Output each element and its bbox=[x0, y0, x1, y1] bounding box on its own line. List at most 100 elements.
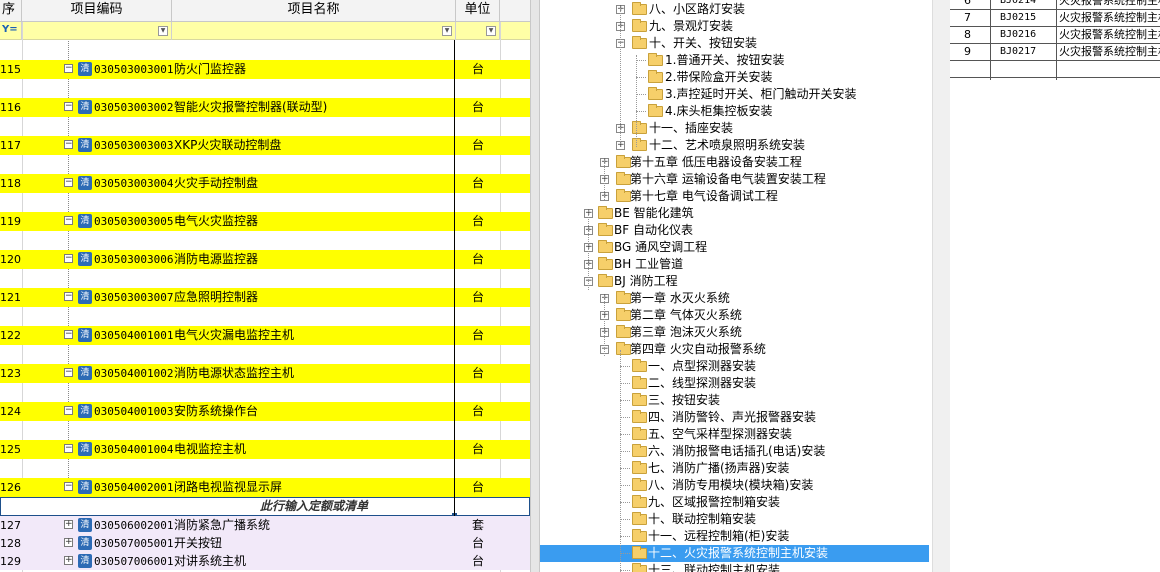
tree-node[interactable]: 五、空气采样型探测器安装 bbox=[540, 426, 932, 443]
item-name[interactable]: 消防电源状态监控主机 bbox=[174, 364, 294, 383]
tree-node[interactable]: 四、消防警铃、声光报警器安装 bbox=[540, 409, 932, 426]
item-code[interactable]: 030503003005 bbox=[94, 212, 173, 231]
quota-row[interactable]: 6 BJ0214 火灾报警系统控制主机 bbox=[950, 0, 1160, 10]
item-unit[interactable]: 台 bbox=[456, 60, 500, 79]
tree-node[interactable]: 九、区域报警控制箱安装 bbox=[540, 494, 932, 511]
item-name[interactable]: 电气火灾漏电监控主机 bbox=[174, 326, 294, 345]
tree-node[interactable]: 十一、远程控制箱(柜)安装 bbox=[540, 528, 932, 545]
quota-name[interactable]: 火灾报警系统控制主机 bbox=[1056, 10, 1160, 26]
table-row[interactable]: 126 − 清 030504002001 闭路电视监视显示屏 台 bbox=[0, 478, 530, 497]
tree-node[interactable]: + 九、景观灯安装 bbox=[540, 18, 932, 35]
table-row[interactable]: 123 − 清 030504001002 消防电源状态监控主机 台 bbox=[0, 364, 530, 383]
tree-node[interactable]: − BJ 消防工程 bbox=[540, 273, 932, 290]
item-name[interactable]: 对讲系统主机 bbox=[174, 552, 246, 571]
col-header-name[interactable]: 项目名称 bbox=[172, 0, 456, 22]
quota-row[interactable]: 7 BJ0215 火灾报警系统控制主机 bbox=[950, 10, 1160, 27]
item-name[interactable]: 应急照明控制器 bbox=[174, 288, 258, 307]
item-code[interactable]: 030504001002 bbox=[94, 364, 173, 383]
item-code[interactable]: 030503003004 bbox=[94, 174, 173, 193]
tree-node[interactable]: + 八、小区路灯安装 bbox=[540, 1, 932, 18]
item-name[interactable]: XKP火灾联动控制盘 bbox=[174, 136, 281, 155]
quota-input-row[interactable]: 此行输入定额或清单 bbox=[0, 497, 530, 516]
quota-code[interactable]: BJ0214 bbox=[990, 0, 1056, 9]
collapse-toggle-icon[interactable]: − bbox=[64, 216, 73, 225]
quota-row[interactable]: 9 BJ0217 火灾报警系统控制主机 bbox=[950, 44, 1160, 61]
item-unit[interactable]: 台 bbox=[456, 402, 500, 421]
table-row[interactable]: 118 − 清 030503003004 火灾手动控制盘 台 bbox=[0, 174, 530, 193]
tree-node[interactable]: 八、消防专用模块(模块箱)安装 bbox=[540, 477, 932, 494]
filter-dropdown-icon[interactable]: ▼ bbox=[442, 26, 452, 36]
item-name[interactable]: 电视监控主机 bbox=[174, 440, 246, 459]
tree-node[interactable]: 七、消防广播(扬声器)安装 bbox=[540, 460, 932, 477]
quota-name[interactable]: 火灾报警系统控制主机 bbox=[1056, 27, 1160, 43]
item-unit[interactable]: 台 bbox=[456, 212, 500, 231]
collapse-toggle-icon[interactable]: − bbox=[64, 140, 73, 149]
collapse-toggle-icon[interactable]: − bbox=[64, 254, 73, 263]
item-code[interactable]: 030503003001 bbox=[94, 60, 173, 79]
input-row-hint[interactable]: 此行输入定额或清单 bbox=[173, 498, 455, 515]
collapse-toggle-icon[interactable]: − bbox=[64, 292, 73, 301]
item-code[interactable]: 030504001004 bbox=[94, 440, 173, 459]
item-code[interactable]: 030503003002 bbox=[94, 98, 173, 117]
tree-node[interactable]: 1.普通开关、按钮安装 bbox=[540, 52, 932, 69]
filter-dropdown-icon[interactable]: ▼ bbox=[486, 26, 496, 36]
tree-node[interactable]: + BG 通风空调工程 bbox=[540, 239, 932, 256]
tree-node[interactable]: 一、点型探测器安装 bbox=[540, 358, 932, 375]
quota-name[interactable]: 火灾报警系统控制主机 bbox=[1056, 44, 1160, 60]
tree-node[interactable]: + 第一章 水灭火系统 bbox=[540, 290, 932, 307]
filter-cell-code[interactable]: ▼ bbox=[22, 22, 172, 40]
collapse-toggle-icon[interactable]: − bbox=[64, 368, 73, 377]
item-code[interactable]: 030504002001 bbox=[94, 478, 173, 497]
item-name[interactable]: 安防系统操作台 bbox=[174, 402, 258, 421]
table-row[interactable]: 119 − 清 030503003005 电气火灾监控器 台 bbox=[0, 212, 530, 231]
expand-toggle-icon[interactable]: + bbox=[64, 520, 73, 529]
table-row[interactable]: 121 − 清 030503003007 应急照明控制器 台 bbox=[0, 288, 530, 307]
table-row[interactable]: 120 − 清 030503003006 消防电源监控器 台 bbox=[0, 250, 530, 269]
tree-node[interactable]: 2.带保险盒开关安装 bbox=[540, 69, 932, 86]
item-name[interactable]: 电气火灾监控器 bbox=[174, 212, 258, 231]
filter-cell-unit[interactable]: ▼ bbox=[456, 22, 500, 40]
item-name[interactable]: 消防电源监控器 bbox=[174, 250, 258, 269]
item-unit[interactable]: 台 bbox=[456, 326, 500, 345]
collapse-toggle-icon[interactable]: − bbox=[64, 406, 73, 415]
table-row[interactable]: 124 − 清 030504001003 安防系统操作台 台 bbox=[0, 402, 530, 421]
tree-scrollbar[interactable] bbox=[932, 0, 950, 572]
bill-items-grid[interactable]: 序号 项目编码 项目名称 单位 Y= ▼ ▼ ▼ 115−清0305030030… bbox=[0, 0, 530, 572]
collapse-toggle-icon[interactable]: − bbox=[64, 178, 73, 187]
tree-node[interactable]: + 第二章 气体灭火系统 bbox=[540, 307, 932, 324]
table-row[interactable]: 129 + 清 030507006001 对讲系统主机 台 bbox=[0, 552, 530, 570]
table-row[interactable]: 116 − 清 030503003002 智能火灾报警控制器(联动型) 台 bbox=[0, 98, 530, 117]
table-row[interactable]: 122 − 清 030504001001 电气火灾漏电监控主机 台 bbox=[0, 326, 530, 345]
item-code[interactable]: 030503003006 bbox=[94, 250, 173, 269]
item-unit[interactable]: 台 bbox=[456, 136, 500, 155]
tree-node[interactable]: + 十二、艺术喷泉照明系统安装 bbox=[540, 137, 932, 154]
tree-node[interactable]: 三、按钮安装 bbox=[540, 392, 932, 409]
item-code[interactable]: 030504001003 bbox=[94, 402, 173, 421]
tree-node[interactable]: 十、联动控制箱安装 bbox=[540, 511, 932, 528]
item-unit[interactable]: 台 bbox=[456, 440, 500, 459]
item-unit[interactable]: 台 bbox=[456, 534, 500, 553]
tree-node[interactable]: + 第十七章 电气设备调试工程 bbox=[540, 188, 932, 205]
col-header-unit[interactable]: 单位 bbox=[456, 0, 500, 22]
quota-name[interactable]: 火灾报警系统控制主机 bbox=[1056, 0, 1160, 9]
item-name[interactable]: 闭路电视监视显示屏 bbox=[174, 478, 282, 497]
col-header-no[interactable]: 序号 bbox=[0, 0, 22, 37]
item-unit[interactable]: 台 bbox=[456, 552, 500, 571]
tree-node[interactable]: + BE 智能化建筑 bbox=[540, 205, 932, 222]
item-unit[interactable]: 台 bbox=[456, 250, 500, 269]
tree-node[interactable]: + 第十五章 低压电器设备安装工程 bbox=[540, 154, 932, 171]
quota-row[interactable]: 8 BJ0216 火灾报警系统控制主机 bbox=[950, 27, 1160, 44]
tree-node[interactable]: + 十一、插座安装 bbox=[540, 120, 932, 137]
quota-code[interactable]: BJ0216 bbox=[990, 27, 1056, 43]
item-code[interactable]: 030504001001 bbox=[94, 326, 173, 345]
item-code[interactable]: 030507005001 bbox=[94, 534, 173, 553]
tree-node[interactable]: 十二、火灾报警系统控制主机安装 bbox=[540, 545, 929, 562]
collapse-toggle-icon[interactable]: − bbox=[64, 330, 73, 339]
item-code[interactable]: 030503003007 bbox=[94, 288, 173, 307]
table-row[interactable]: 127 + 清 030506002001 消防紧急广播系统 套 bbox=[0, 516, 530, 534]
quota-tree[interactable]: + 八、小区路灯安装 + 九、景观灯安装 − 十、开关、按钮安装 1.普通开关、按钮安装 2.… bbox=[540, 0, 932, 572]
quota-code[interactable]: BJ0215 bbox=[990, 10, 1056, 26]
tree-node[interactable]: + BH 工业管道 bbox=[540, 256, 932, 273]
filter-cell-no[interactable]: Y= bbox=[0, 22, 22, 40]
tree-node[interactable]: 十三、联动控制主机安装 bbox=[540, 562, 932, 572]
